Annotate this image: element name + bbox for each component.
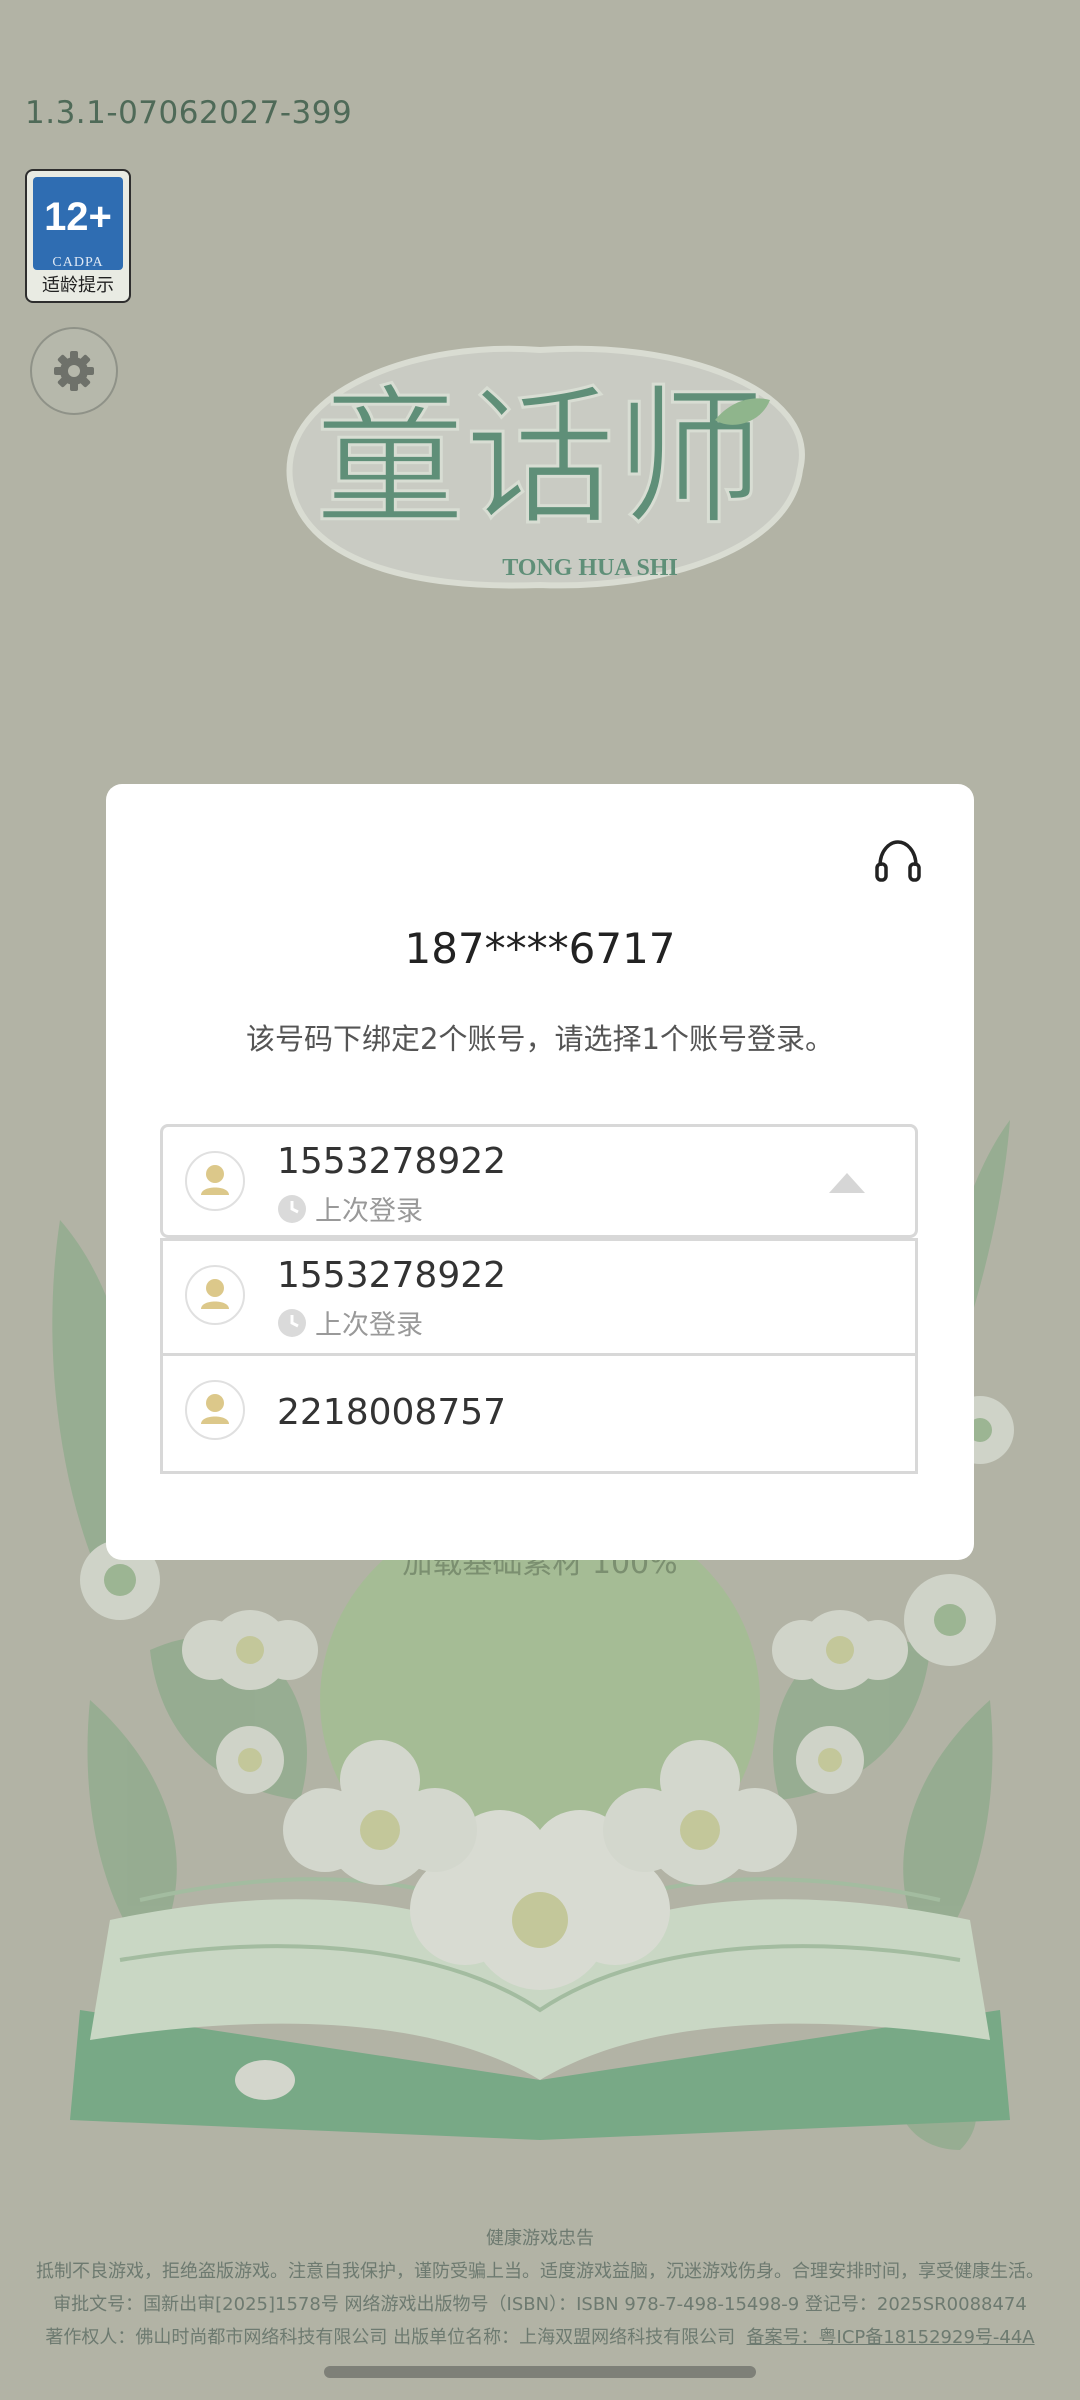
clock-icon <box>278 1308 306 1337</box>
last-login-tag: 上次登录 <box>277 1303 423 1342</box>
user-icon <box>201 1165 229 1195</box>
age-rating-badge[interactable]: 12+ CADPA 适龄提示 <box>25 169 131 303</box>
footer-legal: 健康游戏忠告 抵制不良游戏，拒绝盗版游戏。注意自我保护，谨防受骗上当。适度游戏益… <box>0 2222 1080 2354</box>
avatar <box>185 1151 245 1211</box>
account-bind-notice: 该号码下绑定2个账号，请选择1个账号登录。 <box>246 1022 834 1056</box>
home-indicator[interactable] <box>324 2366 756 2378</box>
age-rating-tip: 适龄提示 <box>42 275 114 296</box>
account-select-dialog: 187****6717 该号码下绑定2个账号，请选择1个账号登录。 155327… <box>106 784 974 1560</box>
game-logo: 童话师 TONG HUA SHI <box>286 345 805 589</box>
caret-up-icon <box>829 1173 865 1193</box>
last-login-label: 上次登录 <box>315 1196 423 1227</box>
icp-link[interactable]: 备案号：粤ICP备18152929号-44A <box>747 2327 1035 2348</box>
copyright-text: 著作权人：佛山时尚都市网络科技有限公司 出版单位名称：上海双盟网络科技有限公司 <box>45 2327 736 2348</box>
approval-info: 审批文号：国新出审[2025]1578号 网络游戏出版物号（ISBN）：ISBN… <box>53 2294 1027 2315</box>
selected-account-id: 1553278922 <box>277 1141 507 1182</box>
clock-icon <box>278 1194 306 1223</box>
health-advice-title: 健康游戏忠告 <box>486 2228 594 2249</box>
avatar <box>185 1380 245 1440</box>
version-label: 1.3.1-07062027-399 <box>25 95 353 131</box>
account-option[interactable]: 2218008757 <box>160 1356 918 1474</box>
settings-button[interactable] <box>30 327 118 415</box>
last-login-label: 上次登录 <box>315 1310 423 1341</box>
account-dropdown[interactable]: 1553278922 上次登录 <box>160 1124 918 1238</box>
avatar <box>185 1265 245 1325</box>
logo-subtitle: TONG HUA SHI <box>502 555 678 581</box>
copyright-info: 著作权人：佛山时尚都市网络科技有限公司 出版单位名称：上海双盟网络科技有限公司 … <box>0 2321 1080 2354</box>
user-icon <box>201 1279 229 1309</box>
account-option[interactable]: 1553278922 上次登录 <box>160 1238 918 1356</box>
last-login-tag: 上次登录 <box>277 1189 423 1228</box>
logo-title: 童话师 <box>315 372 765 546</box>
account-id: 1553278922 <box>277 1255 507 1296</box>
headset-icon <box>875 840 921 882</box>
account-id: 2218008757 <box>277 1392 507 1433</box>
age-rating-number: 12+ <box>44 195 112 239</box>
health-advice-text: 抵制不良游戏，拒绝盗版游戏。注意自我保护，谨防受骗上当。适度游戏益脑，沉迷游戏伤… <box>36 2261 1044 2282</box>
gear-icon <box>54 351 94 391</box>
masked-phone-number: 187****6717 <box>404 924 676 973</box>
user-icon <box>201 1394 229 1424</box>
customer-service-button[interactable] <box>872 836 924 888</box>
age-rating-org: CADPA <box>52 255 104 270</box>
